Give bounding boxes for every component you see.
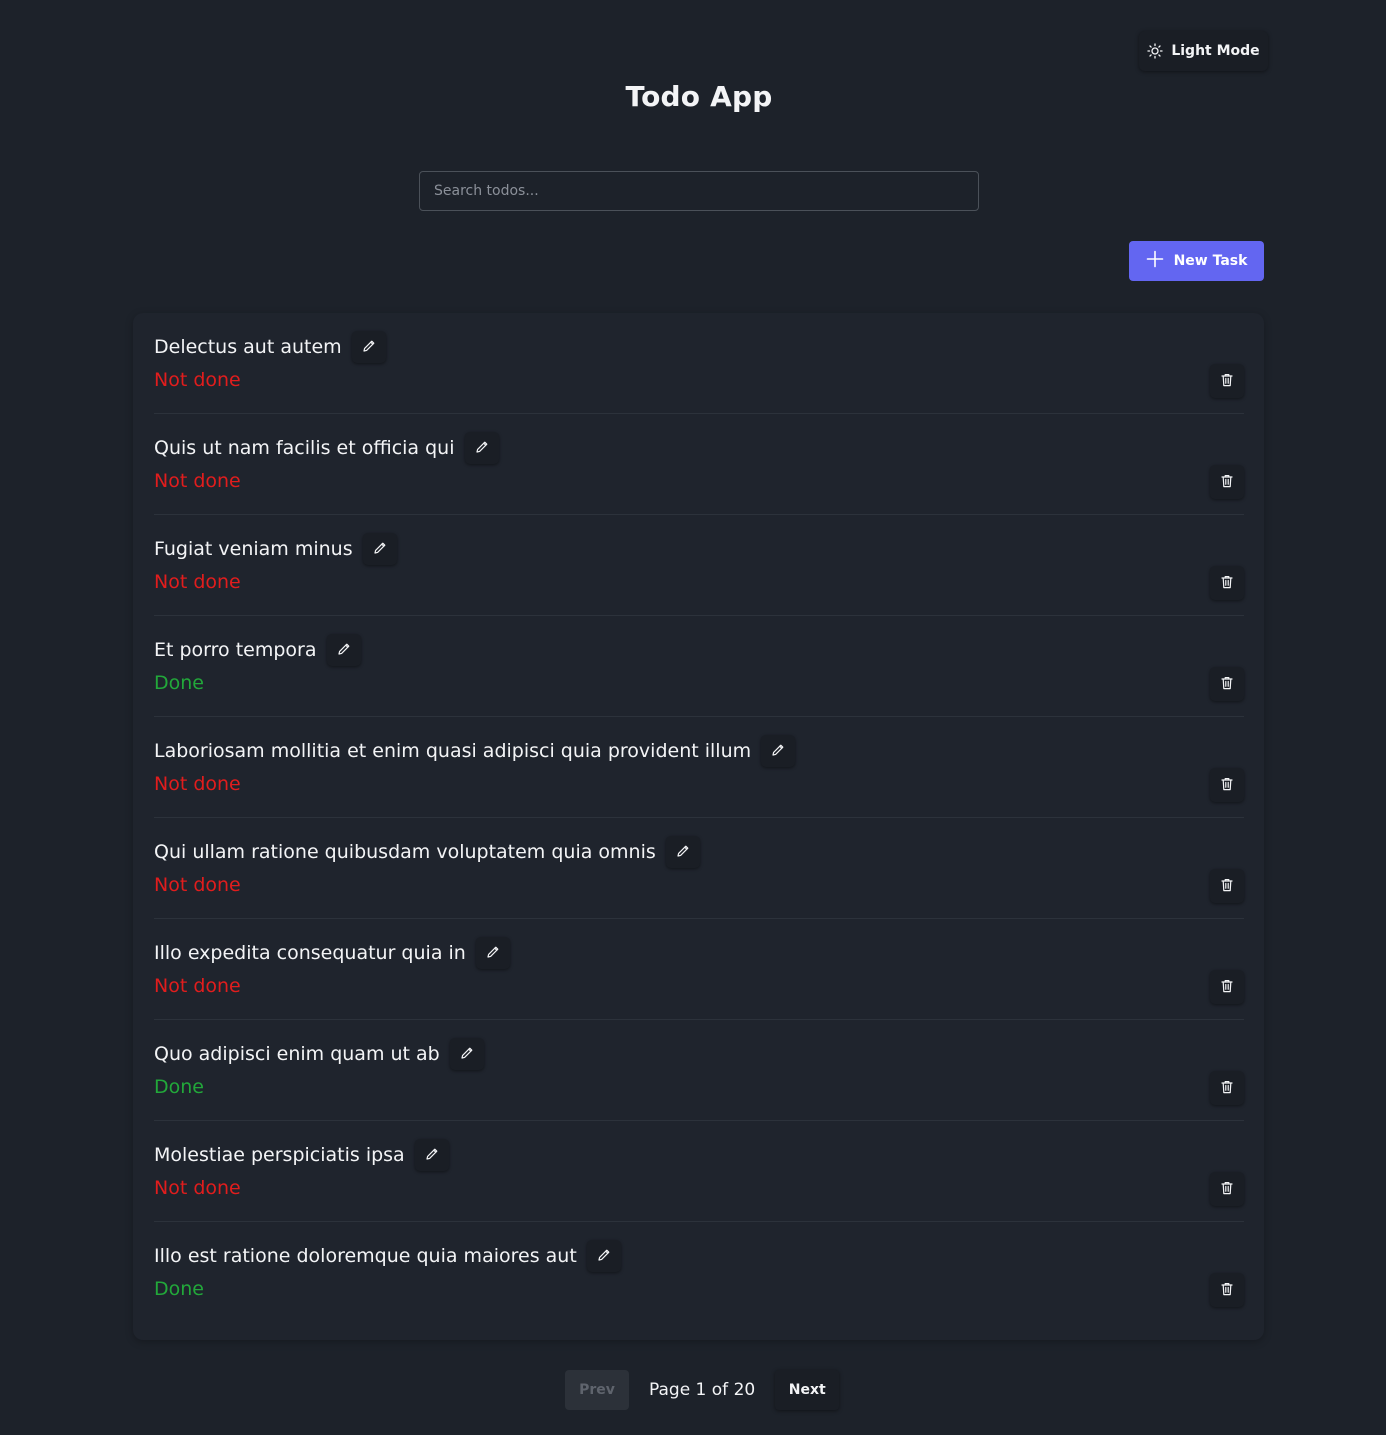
trash-icon — [1221, 473, 1233, 492]
pencil-icon — [475, 439, 489, 458]
delete-todo-button[interactable] — [1210, 1172, 1244, 1206]
pencil-icon — [676, 843, 690, 862]
pencil-icon — [337, 641, 351, 660]
todo-title: Molestiae perspiciatis ipsa — [154, 1144, 405, 1166]
delete-todo-button[interactable] — [1210, 364, 1244, 398]
pencil-icon — [486, 944, 500, 963]
todo-item: Fugiat veniam minus Not done — [154, 515, 1244, 616]
new-task-button[interactable]: New Task — [1129, 241, 1264, 281]
todo-item: Illo est ratione doloremque quia maiores… — [154, 1222, 1244, 1323]
delete-todo-button[interactable] — [1210, 1273, 1244, 1307]
delete-todo-button[interactable] — [1210, 768, 1244, 802]
trash-icon — [1221, 1281, 1233, 1300]
delete-todo-button[interactable] — [1210, 970, 1244, 1004]
todo-status[interactable]: Not done — [154, 369, 241, 391]
trash-icon — [1221, 1079, 1233, 1098]
todo-title: Qui ullam ratione quibusdam voluptatem q… — [154, 841, 656, 863]
delete-todo-button[interactable] — [1210, 465, 1244, 499]
todo-app-page: Light Mode Todo App New Task Delectus au… — [0, 0, 1386, 1435]
edit-todo-button[interactable] — [665, 836, 700, 868]
todo-title-row: Fugiat veniam minus — [154, 533, 397, 565]
todo-title: Quis ut nam facilis et officia qui — [154, 437, 455, 459]
trash-icon — [1221, 1180, 1233, 1199]
todo-title-row: Illo est ratione doloremque quia maiores… — [154, 1240, 621, 1272]
todo-title: Illo expedita consequatur quia in — [154, 942, 466, 964]
todo-item: Qui ullam ratione quibusdam voluptatem q… — [154, 818, 1244, 919]
edit-todo-button[interactable] — [351, 331, 386, 363]
todo-title-row: Quo adipisci enim quam ut ab — [154, 1038, 484, 1070]
todo-item: Illo expedita consequatur quia in Not don… — [154, 919, 1244, 1020]
todo-status[interactable]: Done — [154, 672, 204, 694]
edit-todo-button[interactable] — [414, 1139, 449, 1171]
todo-title: Delectus aut autem — [154, 336, 342, 358]
edit-todo-button[interactable] — [586, 1240, 621, 1272]
todo-title-row: Quis ut nam facilis et officia qui — [154, 432, 499, 464]
plus-icon — [1146, 250, 1164, 272]
edit-todo-button[interactable] — [761, 735, 796, 767]
delete-todo-button[interactable] — [1210, 1071, 1244, 1105]
edit-todo-button[interactable] — [449, 1038, 484, 1070]
prev-button[interactable]: Prev — [565, 1370, 629, 1410]
trash-icon — [1221, 978, 1233, 997]
pagination: Prev Page 1 of 20 Next — [565, 1370, 840, 1410]
todo-title-row: Et porro tempora — [154, 634, 361, 666]
trash-icon — [1221, 372, 1233, 391]
todo-title-row: Laboriosam mollitia et enim quasi adipis… — [154, 735, 796, 767]
todo-status[interactable]: Done — [154, 1278, 204, 1300]
trash-icon — [1221, 877, 1233, 896]
todo-title-row: Molestiae perspiciatis ipsa — [154, 1139, 449, 1171]
todo-status[interactable]: Not done — [154, 773, 241, 795]
todo-status[interactable]: Not done — [154, 1177, 241, 1199]
delete-todo-button[interactable] — [1210, 566, 1244, 600]
todo-item: Delectus aut autem Not done — [154, 313, 1244, 414]
todo-item: Quis ut nam facilis et officia qui Not do… — [154, 414, 1244, 515]
todo-status[interactable]: Not done — [154, 571, 241, 593]
pencil-icon — [460, 1045, 474, 1064]
search-input[interactable] — [419, 171, 979, 211]
page-indicator: Page 1 of 20 — [649, 1380, 756, 1400]
new-task-label: New Task — [1173, 253, 1248, 269]
todo-item: Molestiae perspiciatis ipsa Not done — [154, 1121, 1244, 1222]
pencil-icon — [373, 540, 387, 559]
todo-list: Delectus aut autem Not done Quis ut nam fa… — [133, 313, 1264, 1340]
delete-todo-button[interactable] — [1210, 667, 1244, 701]
edit-todo-button[interactable] — [475, 937, 510, 969]
todo-item: Et porro tempora Done — [154, 616, 1244, 717]
pencil-icon — [771, 742, 785, 761]
sun-icon — [1147, 43, 1163, 59]
delete-todo-button[interactable] — [1210, 869, 1244, 903]
todo-status[interactable]: Not done — [154, 874, 241, 896]
theme-toggle-label: Light Mode — [1171, 43, 1260, 59]
trash-icon — [1221, 675, 1233, 694]
todo-title-row: Illo expedita consequatur quia in — [154, 937, 510, 969]
todo-status[interactable]: Done — [154, 1076, 204, 1098]
todo-status[interactable]: Not done — [154, 975, 241, 997]
todo-item: Laboriosam mollitia et enim quasi adipis… — [154, 717, 1244, 818]
next-button[interactable]: Next — [775, 1370, 840, 1410]
pencil-icon — [362, 338, 376, 357]
todo-title: Fugiat veniam minus — [154, 538, 353, 560]
pencil-icon — [597, 1247, 611, 1266]
trash-icon — [1221, 776, 1233, 795]
todo-title: Laboriosam mollitia et enim quasi adipis… — [154, 740, 752, 762]
trash-icon — [1221, 574, 1233, 593]
todo-status[interactable]: Not done — [154, 470, 241, 492]
todo-title: Quo adipisci enim quam ut ab — [154, 1043, 440, 1065]
edit-todo-button[interactable] — [326, 634, 361, 666]
edit-todo-button[interactable] — [362, 533, 397, 565]
theme-toggle-button[interactable]: Light Mode — [1139, 31, 1268, 71]
todo-title: Et porro tempora — [154, 639, 317, 661]
todo-title-row: Delectus aut autem — [154, 331, 386, 363]
todo-item: Quo adipisci enim quam ut ab Done — [154, 1020, 1244, 1121]
todo-title-row: Qui ullam ratione quibusdam voluptatem q… — [154, 836, 700, 868]
todo-title: Illo est ratione doloremque quia maiores… — [154, 1245, 577, 1267]
page-title: Todo App — [625, 80, 773, 113]
edit-todo-button[interactable] — [464, 432, 499, 464]
pencil-icon — [425, 1146, 439, 1165]
